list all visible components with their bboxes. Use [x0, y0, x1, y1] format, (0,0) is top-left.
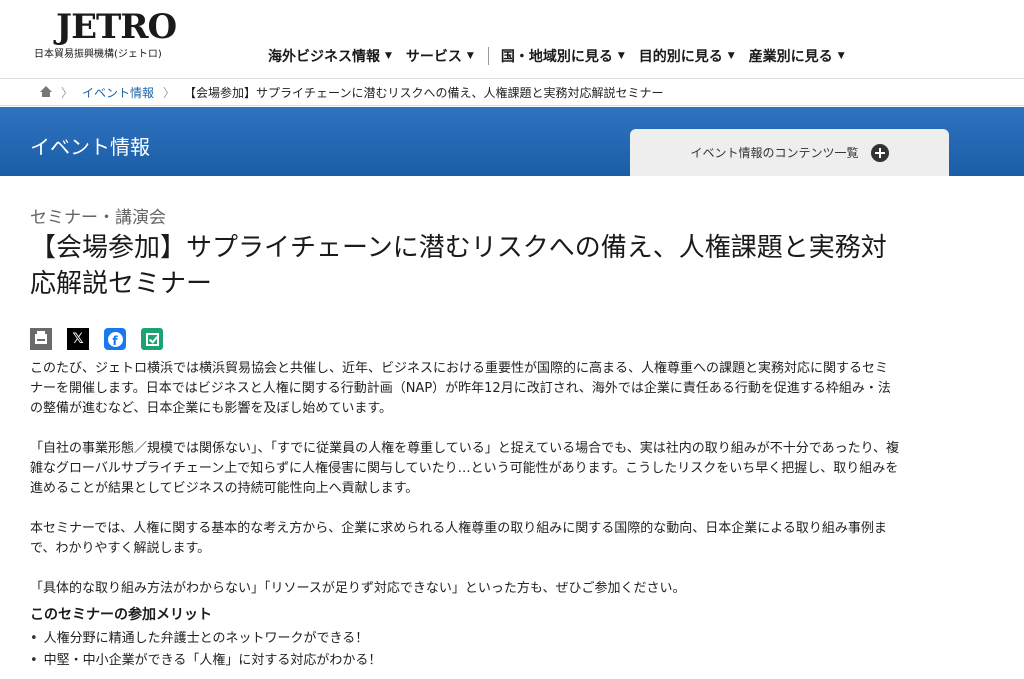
- nav-label: 目的別に見る: [638, 49, 723, 65]
- paragraph: 「具体的な取り組み方法がわからない」「リソースが足りず対応できない」といった方も…: [30, 581, 686, 596]
- jetro-logo[interactable]: JETRO 日本貿易振興機構(ジェトロ): [34, 7, 177, 62]
- list-item: 中堅・中小企業ができる「人権」に対する対応がわかる！: [30, 650, 382, 672]
- caret-down-icon: ▼: [837, 51, 845, 61]
- paragraph: このたび、ジェトロ横浜では横浜貿易協会と共催し、近年、ビジネスにおける重要性が国…: [30, 361, 891, 416]
- share-buttons: 𝕏 f: [30, 328, 178, 350]
- nav-label: 海外ビジネス情報: [268, 49, 380, 65]
- merit-list: 人権分野に精通した弁護士とのネットワークができる！ 中堅・中小企業ができる「人権…: [30, 628, 382, 672]
- breadcrumb-link-events[interactable]: イベント情報: [82, 84, 154, 101]
- paragraph: 「自社の事業形態／規模では関係ない」、「すでに従業員の人権を尊重している」と捉え…: [30, 441, 900, 496]
- contents-list-label: イベント情報のコンテンツ一覧: [690, 146, 859, 160]
- event-category: セミナー・講演会: [30, 208, 166, 228]
- print-icon[interactable]: [30, 328, 52, 350]
- global-nav: 海外ビジネス情報 ▼ サービス ▼ 国・地域別に見る ▼ 目的別に見る ▼ 産業別に見る…: [268, 42, 845, 70]
- nav-by-region[interactable]: 国・地域別に見る ▼: [501, 46, 625, 66]
- caret-down-icon: ▼: [466, 51, 474, 61]
- breadcrumb: 〉 イベント情報 〉 【会場参加】サプライチェーンに潜むリスクへの備え、人権課題…: [0, 78, 1024, 106]
- nav-label: サービス: [405, 49, 462, 65]
- section-banner: イベント情報 イベント情報のコンテンツ一覧: [0, 107, 1024, 176]
- facebook-icon[interactable]: f: [104, 328, 126, 350]
- logo-text: JETRO: [56, 7, 177, 47]
- caret-down-icon: ▼: [727, 51, 735, 61]
- caret-down-icon: ▼: [385, 51, 392, 61]
- section-title: イベント情報: [30, 135, 150, 159]
- nav-divider: [487, 47, 489, 65]
- merit-heading: このセミナーの参加メリット: [30, 607, 212, 623]
- site-header: JETRO 日本貿易振興機構(ジェトロ) 海外ビジネス情報 ▼ サービス ▼ 国・地…: [0, 0, 1024, 78]
- nav-services[interactable]: サービス ▼: [406, 46, 474, 66]
- logo-subtitle: 日本貿易振興機構(ジェトロ): [34, 49, 162, 60]
- contents-list-tab[interactable]: イベント情報のコンテンツ一覧: [630, 129, 949, 176]
- nav-overseas-business[interactable]: 海外ビジネス情報 ▼: [268, 46, 392, 66]
- x-icon[interactable]: 𝕏: [67, 328, 89, 350]
- nav-by-industry[interactable]: 産業別に見る ▼: [749, 46, 845, 66]
- plus-circle-icon: [870, 143, 889, 162]
- caret-down-icon: ▼: [617, 51, 625, 61]
- list-item: 人権分野に精通した弁護士とのネットワークができる！: [30, 628, 381, 650]
- hatena-icon[interactable]: [141, 328, 163, 350]
- nav-label: 産業別に見る: [748, 49, 833, 65]
- chevron-right-icon: 〉: [163, 85, 176, 100]
- chevron-right-icon: 〉: [61, 85, 74, 100]
- nav-by-purpose[interactable]: 目的別に見る ▼: [639, 46, 735, 66]
- breadcrumb-current: 【会場参加】サプライチェーンに潜むリスクへの備え、人権課題と実務対応解説セミナー: [184, 85, 664, 100]
- paragraph: 本セミナーでは、人権に関する基本的な考え方から、企業に求められる人権尊重の取り組…: [30, 521, 887, 556]
- page-title: 【会場参加】サプライチェーンに潜むリスクへの備え、人権課題と実務対応解説セミナー: [30, 233, 887, 299]
- home-icon[interactable]: [40, 86, 52, 98]
- article-body: このたび、ジェトロ横浜では横浜貿易協会と共催し、近年、ビジネスにおける重要性が国…: [30, 359, 900, 619]
- nav-label: 国・地域別に見る: [500, 49, 613, 65]
